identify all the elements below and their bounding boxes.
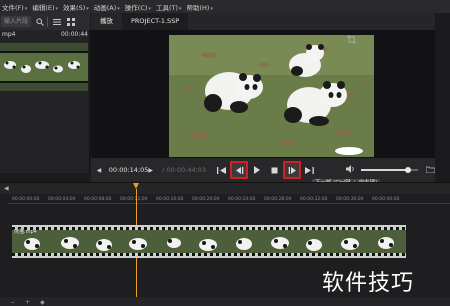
ruler-tick-label: 00:00:32;00 (300, 197, 328, 202)
ruler-tick-label: 00:00:00;00 (12, 197, 40, 202)
toolbar-divider (47, 16, 48, 27)
ruler-tick-label: 00:00:36;00 (336, 197, 364, 202)
menu-tools[interactable]: 工具(T)▾ (156, 2, 182, 12)
ruler-tick-label: 00:00:20;00 (192, 197, 220, 202)
preview-tabs: 播放 PROJECT-1.SSP (91, 13, 435, 30)
total-time: / 00:00:44;03 (162, 166, 207, 174)
clip-duration: 00:00:44 (61, 31, 88, 38)
video-frame (169, 35, 374, 157)
menu-edit[interactable]: 编辑(E)▾ (32, 2, 58, 12)
menu-file[interactable]: 文件(F)▾ (2, 2, 27, 12)
previous-frame-button[interactable] (230, 161, 249, 179)
ruler-tick-label: 00:00:12;00 (120, 197, 148, 202)
preview-canvas[interactable] (91, 30, 435, 158)
volume-icon[interactable] (346, 165, 355, 175)
tab-playback[interactable]: 播放 (91, 13, 122, 30)
ruler-tick-label: 00:00:04;00 (48, 197, 76, 202)
media-toolbar: 输入片段 (0, 13, 90, 30)
media-library-panel: 输入片段 mp4 00:00:44 (0, 13, 90, 173)
go-to-start-button[interactable] (213, 161, 231, 179)
next-frame-button[interactable] (283, 161, 301, 179)
volume-slider[interactable] (361, 167, 419, 173)
go-to-start-icon (217, 166, 227, 174)
menu-operation[interactable]: 操作(C)▾ (125, 2, 151, 12)
volume-fill (361, 169, 408, 171)
list-view-icon[interactable] (51, 16, 62, 27)
film-holes-bottom (12, 253, 406, 256)
menu-animation[interactable]: 动画(A)▾ (94, 2, 120, 12)
time-ruler[interactable]: 00:00:00;00 00:00:04;00 00:00:08;00 00:00:1… (8, 194, 450, 204)
current-time: 00:00:14;05 (108, 166, 149, 174)
go-to-end-icon (305, 166, 314, 174)
panda-video-image (169, 35, 374, 157)
clip-info: mp4 00:00:44 (0, 31, 90, 41)
timeline-header: ◀ (0, 183, 450, 194)
grid-view-icon[interactable] (65, 16, 76, 27)
menu-effects[interactable]: 效果(S)▾ (63, 2, 89, 12)
menu-help[interactable]: 帮助(H)▾ (187, 2, 213, 12)
ruler-tick-label: 00:00:08;00 (84, 197, 112, 202)
watermark-text: 软件技巧 (322, 271, 415, 296)
ruler-tick-label: 00:00:16;00 (156, 197, 184, 202)
volume-knob[interactable] (404, 167, 411, 173)
ruler-tick-label: 00:00:28;00 (264, 197, 292, 202)
menubar: 文件(F)▾ 编辑(E)▾ 效果(S)▾ 动画(A)▾ 操作(C)▾ 工具(T)… (0, 0, 450, 13)
video-track-clip[interactable]: 熊猫.mp4 (12, 225, 406, 258)
timeline-expand-icon[interactable]: ◀ (4, 185, 9, 192)
track-clip-label: 熊猫.mp4 (14, 229, 37, 235)
folder-icon[interactable] (425, 166, 436, 175)
ruler-tick-label: 00:00:40;00 (372, 197, 400, 202)
prev-marker-icon[interactable]: ◀ (94, 167, 104, 174)
clip-name: mp4 (2, 31, 16, 38)
go-to-end-button[interactable] (301, 161, 319, 179)
previous-frame-icon (235, 166, 244, 174)
snap-icon[interactable]: ◆ (40, 299, 45, 306)
clip-thumbnail-image (0, 43, 88, 91)
zoom-in-icon[interactable]: + (25, 299, 30, 306)
next-frame-icon (288, 166, 296, 174)
next-marker-icon[interactable]: ▶ (148, 167, 158, 174)
clip-thumbnail[interactable] (0, 43, 88, 91)
playback-controls: ◀ 00:00:14;05 ▶ / 00:00:44;03 (91, 158, 436, 182)
play-icon (254, 166, 261, 174)
zoom-out-icon[interactable]: − (10, 299, 15, 306)
crop-tool-icon[interactable] (347, 35, 357, 45)
stop-icon (271, 167, 278, 173)
play-button[interactable] (248, 161, 266, 179)
search-icon[interactable] (34, 16, 45, 27)
search-input[interactable]: 输入片段 (1, 16, 31, 27)
timeline-footer: − + ◆ (0, 297, 450, 306)
ruler-tick-label: 00:00:24;00 (228, 197, 256, 202)
preview-panel: 播放 PROJECT-1.SSP ◀ 00:00:14;05 ▶ / 00:00… (91, 13, 436, 182)
tab-project[interactable]: PROJECT-1.SSP (122, 13, 189, 30)
stop-button[interactable] (266, 161, 284, 179)
